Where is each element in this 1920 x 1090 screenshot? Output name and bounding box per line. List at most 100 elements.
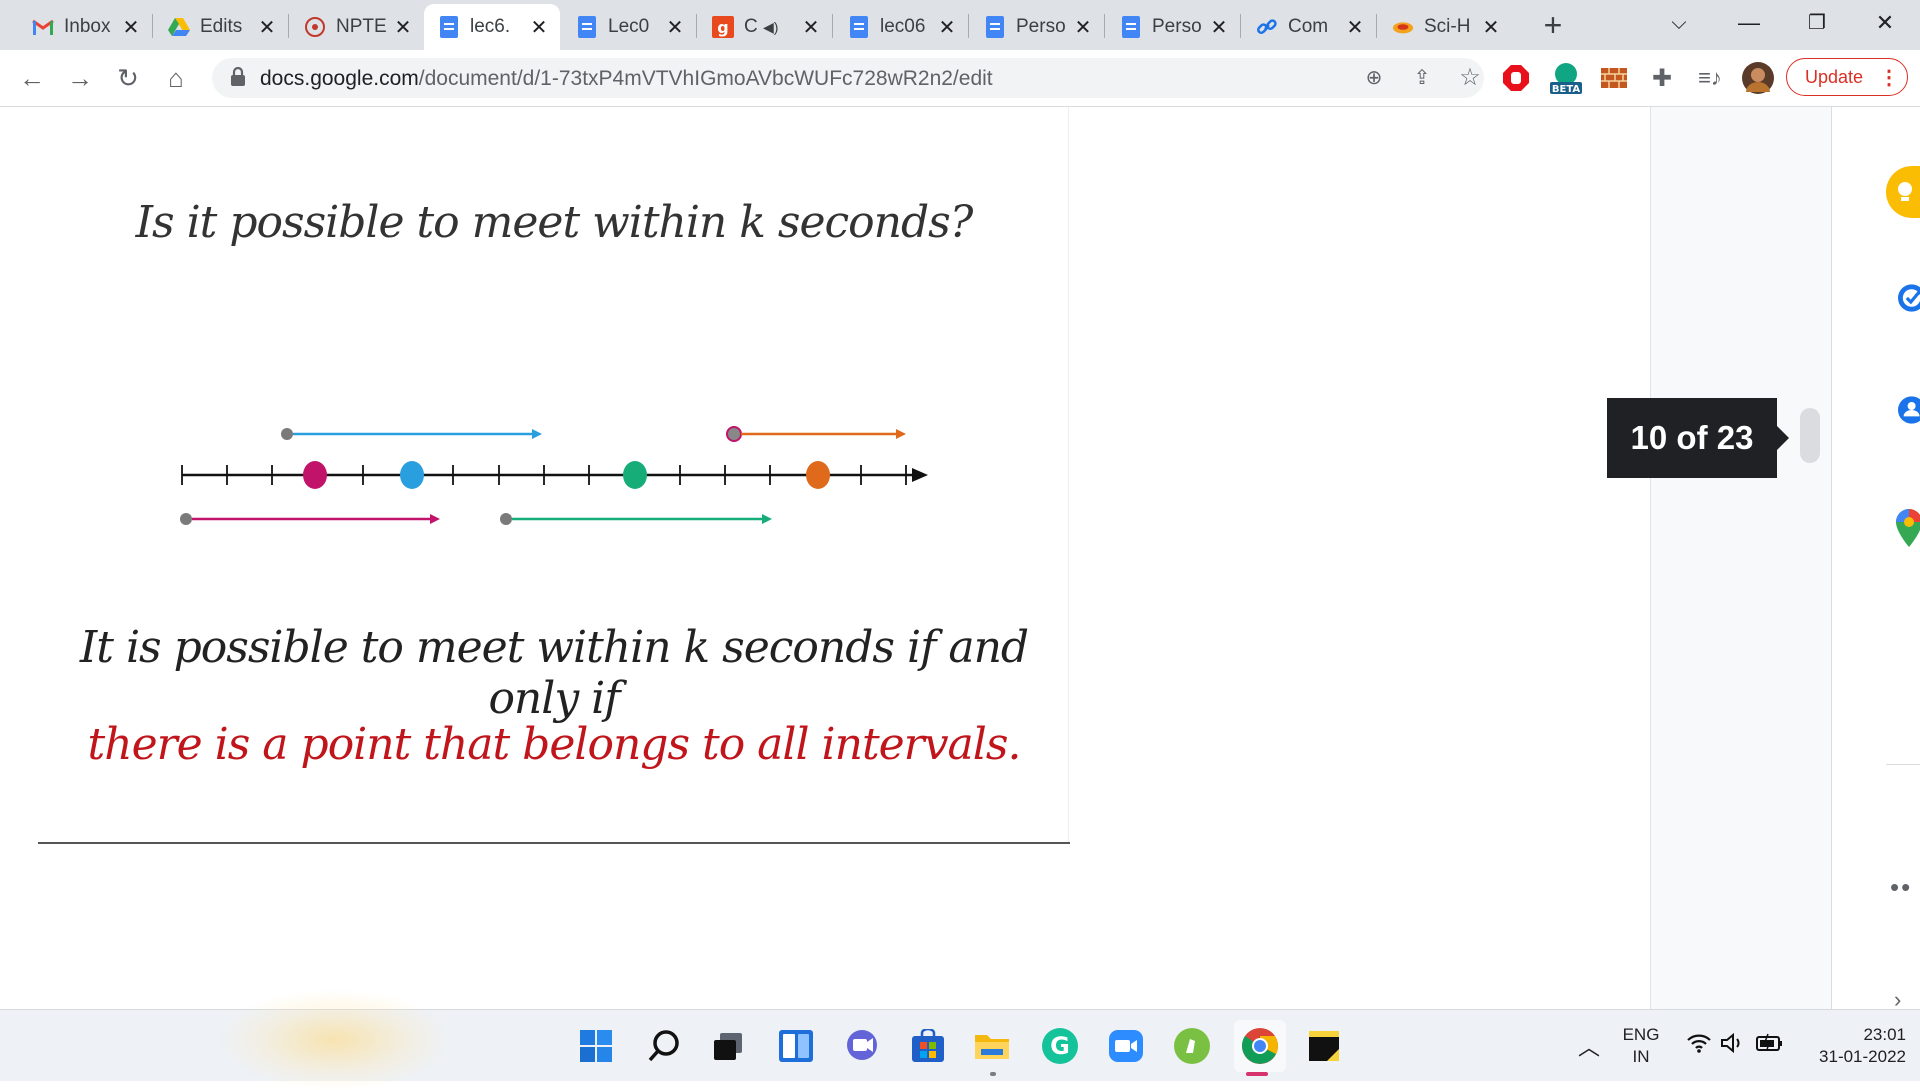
clock-time: 23:01 xyxy=(1863,1025,1906,1044)
zoom-icon[interactable] xyxy=(1104,1024,1148,1068)
reload-button[interactable]: ↻ xyxy=(108,58,148,98)
profile-avatar[interactable] xyxy=(1742,62,1774,94)
close-icon[interactable]: ✕ xyxy=(256,15,278,40)
task-view-icon[interactable] xyxy=(706,1024,750,1068)
close-icon[interactable]: ✕ xyxy=(1072,15,1094,40)
new-tab-button[interactable]: + xyxy=(1536,8,1570,42)
keep-icon[interactable] xyxy=(1886,166,1920,218)
close-icon[interactable]: ✕ xyxy=(1480,15,1502,40)
address-bar[interactable]: docs.google.com/document/d/1-73txP4mVTVh… xyxy=(212,58,1484,98)
close-window-button[interactable]: ✕ xyxy=(1860,6,1910,40)
windows-start-icon[interactable] xyxy=(574,1024,618,1068)
grammarly-icon[interactable]: G xyxy=(1038,1024,1082,1068)
close-icon[interactable]: ✕ xyxy=(528,15,550,40)
tab-perso-2[interactable]: Perso ✕ xyxy=(1106,4,1240,50)
share-icon[interactable]: ⇪ xyxy=(1408,64,1436,92)
home-button[interactable]: ⌂ xyxy=(156,58,196,98)
forward-button[interactable]: → xyxy=(60,58,100,98)
clock[interactable]: 23:01 31-01-2022 xyxy=(1800,1024,1906,1068)
search-icon[interactable] xyxy=(642,1024,686,1068)
close-icon[interactable]: ✕ xyxy=(800,15,822,40)
tab-title: lec06 xyxy=(880,16,926,37)
statement-line-2: there is a point that belongs to all int… xyxy=(87,719,1022,770)
tab-title: NPTE xyxy=(336,16,387,37)
interval-blue-arrow xyxy=(532,429,542,439)
page-gutter xyxy=(1650,107,1831,1009)
docs-icon xyxy=(576,16,598,38)
collapse-panel-icon[interactable]: › xyxy=(1894,987,1901,1009)
tab-lec0[interactable]: Lec0 ✕ xyxy=(562,4,696,50)
close-icon[interactable]: ✕ xyxy=(664,15,686,40)
wifi-icon[interactable] xyxy=(1686,1032,1712,1060)
tab-title: Sci-H xyxy=(1424,16,1471,37)
tab-lec06[interactable]: lec06 ✕ xyxy=(834,4,968,50)
bookmark-star-icon[interactable]: ☆ xyxy=(1456,64,1484,92)
update-button[interactable]: Update ⋮ xyxy=(1786,58,1908,96)
close-icon[interactable]: ✕ xyxy=(936,15,958,40)
tab-lec6[interactable]: lec6. ✕ xyxy=(424,4,560,50)
extensions-puzzle-icon[interactable]: ✚ xyxy=(1646,62,1678,94)
chrome-active-indicator xyxy=(1246,1072,1268,1076)
close-icon[interactable]: ✕ xyxy=(392,15,414,40)
tasks-icon[interactable] xyxy=(1886,272,1920,324)
show-hidden-icons-chevron[interactable]: ︿ xyxy=(1578,1030,1600,1062)
update-label: Update xyxy=(1805,66,1864,87)
scihub-icon xyxy=(1392,16,1414,38)
brick-extension-icon[interactable] xyxy=(1598,62,1630,94)
tab-sci-h[interactable]: Sci-H ✕ xyxy=(1378,4,1512,50)
close-icon[interactable]: ✕ xyxy=(1344,15,1366,40)
speaker-icon[interactable]: ◀) xyxy=(763,19,778,35)
zoom-icon[interactable]: ⊕ xyxy=(1360,64,1388,92)
restore-button[interactable]: ❐ xyxy=(1792,6,1842,40)
language-indicator[interactable]: ENG IN xyxy=(1616,1024,1666,1068)
tab-separator xyxy=(1376,14,1377,38)
widgets-icon[interactable] xyxy=(774,1024,818,1068)
battery-icon[interactable] xyxy=(1756,1032,1784,1059)
tab-npte[interactable]: NPTE ✕ xyxy=(290,4,424,50)
tab-search-icon[interactable]: ⌵ xyxy=(1654,6,1704,40)
microsoft-store-icon[interactable] xyxy=(906,1024,950,1068)
close-icon[interactable]: ✕ xyxy=(120,15,142,40)
file-explorer-icon[interactable] xyxy=(970,1024,1014,1068)
chrome-icon[interactable] xyxy=(1234,1020,1286,1072)
volume-icon[interactable] xyxy=(1720,1032,1746,1059)
tab-perso-1[interactable]: Perso ✕ xyxy=(970,4,1104,50)
slide-heading: Is it possible to meet within k seconds? xyxy=(135,197,974,248)
docs-content-area: Is it possible to meet within k seconds? xyxy=(0,107,1920,1009)
scrollbar-thumb[interactable] xyxy=(1800,408,1820,463)
more-options-icon[interactable]: •• xyxy=(1890,872,1912,903)
page-number-indicator: 10 of 23 xyxy=(1607,398,1789,478)
docs-icon xyxy=(438,16,460,38)
tab-edits[interactable]: Edits ✕ xyxy=(154,4,288,50)
lock-icon[interactable] xyxy=(230,66,250,89)
url-text[interactable]: docs.google.com/document/d/1-73txP4mVTVh… xyxy=(260,67,993,91)
browser-toolbar: ← → ↻ ⌂ docs.google.com/document/d/1-73t… xyxy=(0,50,1920,107)
tab-separator xyxy=(832,14,833,38)
tab-inbox[interactable]: Inbox ✕ xyxy=(18,4,152,50)
browser-tab-strip: Inbox ✕ Edits ✕ NPTE ✕ lec6. ✕ Lec0 ✕ g … xyxy=(0,0,1920,50)
adblock-icon[interactable] xyxy=(1500,62,1532,94)
interval-green-start xyxy=(500,513,512,525)
back-button[interactable]: ← xyxy=(12,58,52,98)
interval-diagram xyxy=(180,426,928,525)
sticky-notes-icon[interactable] xyxy=(1302,1024,1346,1068)
evernote-icon[interactable] xyxy=(1170,1024,1214,1068)
maps-icon[interactable] xyxy=(1886,502,1920,554)
media-control-icon[interactable]: ≡♪ xyxy=(1694,62,1726,94)
docs-icon xyxy=(984,16,1006,38)
close-icon[interactable]: ✕ xyxy=(1208,15,1230,40)
gmail-icon xyxy=(32,16,54,38)
tab-com[interactable]: Com ✕ xyxy=(1242,4,1376,50)
docs-icon xyxy=(848,16,870,38)
grammarly-beta-icon[interactable]: BETA xyxy=(1548,62,1584,95)
nptel-icon xyxy=(304,16,326,38)
taskbar-wallpaper-glow xyxy=(220,990,450,1090)
tab-c[interactable]: g C ◀) ✕ xyxy=(698,4,832,50)
minimize-button[interactable]: — xyxy=(1724,6,1774,40)
svg-text:G: G xyxy=(1050,1032,1070,1060)
contacts-icon[interactable] xyxy=(1886,384,1920,436)
tab-title: Edits xyxy=(200,16,243,37)
explorer-running-indicator xyxy=(990,1072,996,1076)
teams-chat-icon[interactable] xyxy=(840,1024,884,1068)
kebab-menu-icon[interactable]: ⋮ xyxy=(1879,65,1899,90)
